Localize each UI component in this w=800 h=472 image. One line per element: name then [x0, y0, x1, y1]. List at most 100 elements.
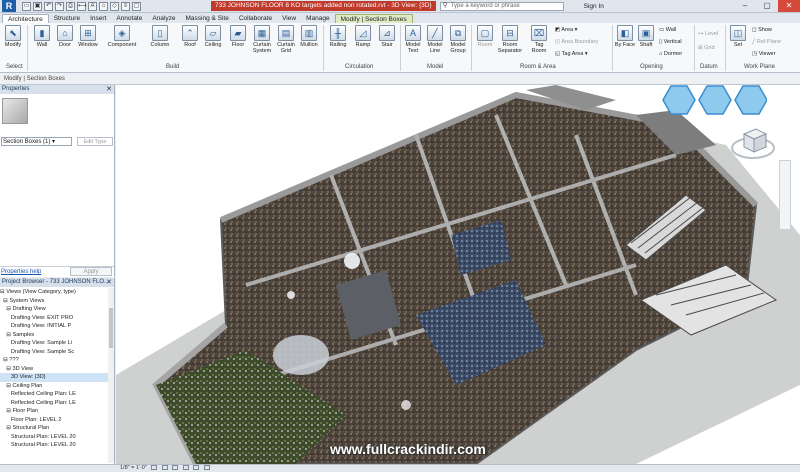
- tree-item[interactable]: ⊟ Samples: [0, 331, 108, 340]
- tree-item[interactable]: Drafting View: Sample Li: [0, 339, 108, 348]
- visual-style-icon[interactable]: [161, 465, 168, 471]
- tree-item[interactable]: ⊟ Drafting View: [0, 305, 108, 314]
- tree-item[interactable]: Structural Plan: LEVEL 20: [0, 441, 108, 450]
- component-button[interactable]: ◈ Component: [106, 25, 138, 48]
- curtain-system-button[interactable]: ▦ Curtain System: [251, 25, 273, 54]
- tree-item[interactable]: Drafting View: INITIAL P: [0, 322, 108, 331]
- tab-insert[interactable]: Insert: [85, 14, 111, 23]
- 3d-view-canvas[interactable]: [116, 85, 800, 464]
- tab-collaborate[interactable]: Collaborate: [234, 14, 277, 23]
- show-work-plane-button[interactable]: ◻ Show: [752, 27, 772, 33]
- column-button[interactable]: ▯ Column: [149, 25, 171, 48]
- redo-icon[interactable]: ↷: [55, 1, 64, 11]
- scroll-thumb[interactable]: [109, 308, 113, 348]
- tree-item[interactable]: ⊟ ???: [0, 356, 108, 365]
- open-icon[interactable]: ▭: [22, 1, 31, 11]
- tree-item[interactable]: ⊟ Floor Plan: [0, 407, 108, 416]
- app-menu-button[interactable]: R: [2, 0, 16, 12]
- save-icon[interactable]: ▣: [33, 1, 42, 11]
- tree-item[interactable]: Reflected Ceiling Plan: LE: [0, 399, 108, 408]
- view-cube[interactable]: [730, 120, 776, 166]
- tab-manage[interactable]: Manage: [301, 14, 335, 23]
- ref-plane-button[interactable]: ╱ Ref Plane: [752, 39, 781, 45]
- dormer-button[interactable]: ⌂ Dormer: [659, 51, 682, 57]
- grid-button[interactable]: ⊞ Grid: [698, 45, 715, 51]
- tab-view[interactable]: View: [277, 14, 301, 23]
- tag-area-button[interactable]: ◱ Tag Area ▾: [555, 51, 588, 57]
- mullion-button[interactable]: ▥ Mullion: [298, 25, 320, 48]
- measure-icon[interactable]: ⟷: [77, 1, 87, 11]
- sign-in-link[interactable]: Sign In: [584, 3, 604, 10]
- area-boundary-button[interactable]: ◰ Area Boundary: [555, 39, 598, 45]
- tab-annotate[interactable]: Annotate: [111, 14, 147, 23]
- ramp-button[interactable]: ◿ Ramp: [352, 25, 374, 48]
- tree-item[interactable]: Structural Plan: LEVEL 20: [0, 433, 108, 442]
- undo-icon[interactable]: ↶: [44, 1, 53, 11]
- sun-path-icon[interactable]: [172, 465, 179, 471]
- area-button[interactable]: ◩ Area ▾: [555, 27, 577, 33]
- tree-item[interactable]: ⊟ Views (View Category, type): [0, 288, 108, 297]
- door-button[interactable]: ⌂ Door: [54, 25, 76, 48]
- tree-item[interactable]: 3D View: {3D}: [0, 373, 108, 382]
- modify-button[interactable]: ⬉ Modify: [2, 25, 24, 48]
- roof-button[interactable]: ⌃ Roof: [179, 25, 201, 48]
- opening-wall-button[interactable]: ▭ Wall: [659, 27, 676, 33]
- floor-button[interactable]: ▰ Floor: [227, 25, 249, 48]
- thin-lines-icon[interactable]: ≡: [121, 1, 130, 11]
- edit-type-button[interactable]: Edit Type: [77, 137, 113, 146]
- tree-item[interactable]: Drafting View: Sample Sc: [0, 348, 108, 357]
- print-icon[interactable]: ⎙: [66, 1, 75, 11]
- minimize-button[interactable]: –: [734, 0, 756, 12]
- view-scale[interactable]: 1/8" = 1'-0": [120, 465, 147, 471]
- tree-item[interactable]: ⊟ Ceiling Plan: [0, 382, 108, 391]
- navigation-bar[interactable]: [779, 160, 791, 230]
- section-icon[interactable]: ◇: [110, 1, 119, 11]
- apply-button[interactable]: Apply: [70, 267, 112, 276]
- tree-item[interactable]: ⊟ 3D View: [0, 365, 108, 374]
- tab-modify-section-boxes[interactable]: Modify | Section Boxes: [334, 14, 413, 23]
- viewer-button[interactable]: ◳ Viewer: [752, 51, 775, 57]
- close-button[interactable]: ✕: [778, 0, 800, 12]
- 3d-view-icon[interactable]: ⌂: [99, 1, 108, 11]
- crop-view-icon[interactable]: [193, 465, 200, 471]
- railing-button[interactable]: ╫ Railing: [327, 25, 349, 48]
- ceiling-button[interactable]: ▱ Ceiling: [202, 25, 224, 48]
- window-button[interactable]: ⊞ Window: [77, 25, 99, 48]
- shadows-icon[interactable]: [182, 465, 189, 471]
- tab-structure[interactable]: Structure: [49, 14, 85, 23]
- stair-button[interactable]: ⊿ Stair: [376, 25, 398, 48]
- curtain-grid-button[interactable]: ▤ Curtain Grid: [275, 25, 297, 54]
- type-selector-dropdown[interactable]: Section Boxes (1) ▾: [1, 137, 72, 146]
- tab-massing-site[interactable]: Massing & Site: [180, 14, 233, 23]
- tab-architecture[interactable]: Architecture: [2, 14, 49, 23]
- model-group-button[interactable]: ⧉ Model Group: [447, 25, 469, 54]
- tag-room-button[interactable]: ⌧ Tag Room: [528, 25, 550, 54]
- tree-item[interactable]: Drafting View: EXIT PRO: [0, 314, 108, 323]
- tab-analyze[interactable]: Analyze: [147, 14, 180, 23]
- maximize-button[interactable]: ▢: [756, 0, 778, 12]
- tree-item[interactable]: ⊟ Structural Plan: [0, 424, 108, 433]
- tree-item[interactable]: Floor Plan: LEVEL 2: [0, 416, 108, 425]
- detail-level-icon[interactable]: [151, 465, 158, 471]
- search-input[interactable]: Type a keyword or phrase: [439, 1, 564, 11]
- close-hidden-icon[interactable]: ▢: [132, 1, 141, 11]
- close-icon[interactable]: ✕: [106, 278, 112, 287]
- close-icon[interactable]: ✕: [106, 85, 112, 94]
- window-icon: ⊞: [80, 25, 96, 41]
- room-button[interactable]: ▢ Room: [474, 25, 496, 48]
- by-face-button[interactable]: ◧ By Face: [614, 25, 636, 48]
- set-work-plane-button[interactable]: ◫ Set: [727, 25, 749, 48]
- level-button[interactable]: ⊶ Level: [698, 31, 718, 37]
- model-text-button[interactable]: A Model Text: [402, 25, 424, 54]
- vertical-opening-button[interactable]: ▯ Vertical: [659, 39, 682, 45]
- room-separator-button[interactable]: ⊟ Room Separator: [496, 25, 524, 54]
- temporary-hide-icon[interactable]: [204, 465, 211, 471]
- properties-help-link[interactable]: Properties help: [1, 269, 41, 275]
- tree-item[interactable]: ⊟ System Views: [0, 297, 108, 306]
- text-icon[interactable]: A: [88, 1, 97, 11]
- tree-scrollbar[interactable]: [108, 288, 114, 463]
- tree-item[interactable]: Reflected Ceiling Plan: LE: [0, 390, 108, 399]
- model-line-button[interactable]: ╱ Model Line: [424, 25, 446, 54]
- wall-button[interactable]: ▮ Wall: [31, 25, 53, 48]
- shaft-button[interactable]: ▣ Shaft: [635, 25, 657, 48]
